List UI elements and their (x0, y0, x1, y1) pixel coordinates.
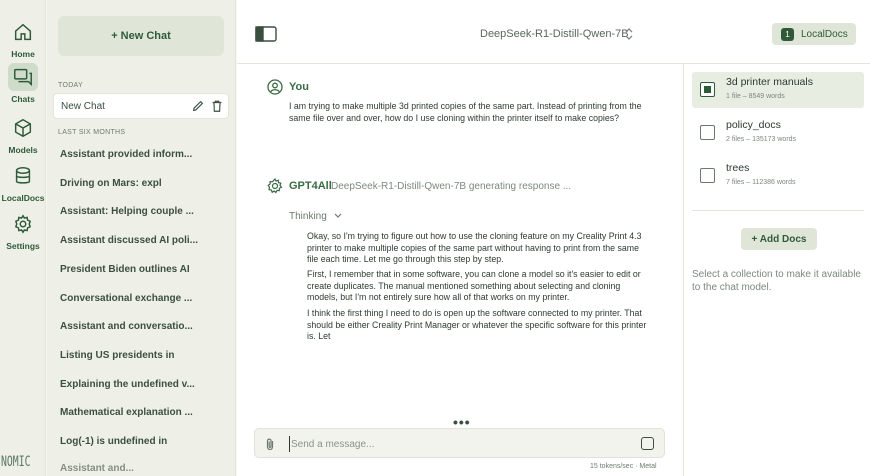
chevron-updown-icon[interactable] (624, 27, 634, 41)
older-section-label: LAST SIX MONTHS (58, 129, 126, 136)
assistant-avatar-icon (267, 178, 283, 194)
tokens-per-sec-status: 15 tokens/sec · Metal (590, 463, 657, 470)
chat-list-item[interactable]: Assistant provided inform... (60, 149, 192, 160)
chat-list-panel: + New Chat TODAY New Chat LAST SIX MONTH… (47, 0, 236, 476)
nav-settings[interactable]: Settings (0, 210, 46, 251)
collection-meta: 7 files – 112386 words (726, 179, 796, 186)
collection-meta: 2 files – 135173 words (726, 136, 797, 143)
localdocs-count-badge: 1 (781, 27, 794, 41)
collection-name: policy_docs (726, 119, 781, 131)
thinking-paragraph: First, I remember that in some software,… (307, 269, 641, 302)
collection-item[interactable]: 3d printer manuals 1 file – 8549 words (692, 72, 864, 108)
collection-name: trees (726, 162, 750, 174)
collection-item[interactable]: trees 7 files – 112386 words (692, 158, 864, 194)
generation-status: DeepSeek-R1-Distill-Qwen-7B generating r… (331, 181, 572, 192)
nav-localdocs-label: LocalDocs (1, 193, 45, 203)
brand-logo: NOMIC (1, 454, 31, 470)
paperclip-icon[interactable] (264, 437, 276, 451)
collections-hint: Select a collection to make it available… (692, 269, 861, 293)
user-author-label: You (289, 81, 309, 93)
collection-checkbox[interactable] (700, 82, 715, 97)
edit-icon[interactable] (191, 99, 205, 113)
chat-list-item[interactable]: Assistant: Helping couple ... (60, 206, 194, 217)
collection-checkbox[interactable] (700, 125, 715, 140)
chat-list-item[interactable]: Log(-1) is undefined in (60, 436, 167, 447)
chat-list-item[interactable]: Mathematical explanation ... (60, 407, 193, 418)
new-chat-button[interactable]: + New Chat (58, 16, 224, 56)
message-input-box (254, 428, 665, 458)
chat-list-item[interactable]: Listing US presidents in (60, 350, 174, 361)
nav-localdocs[interactable]: LocalDocs (0, 162, 46, 203)
database-icon (8, 162, 38, 190)
divider (692, 210, 864, 211)
user-avatar-icon (267, 79, 283, 95)
chat-list-item[interactable]: Explaining the undefined v... (60, 379, 195, 390)
chat-list-item[interactable]: Assistant and... (60, 463, 134, 474)
add-docs-button[interactable]: + Add Docs (741, 228, 817, 250)
chat-list-item[interactable]: Conversational exchange ... (60, 293, 192, 304)
sidebar-toggle-icon[interactable] (255, 26, 277, 42)
today-section-label: TODAY (58, 82, 83, 89)
chat-icon (8, 63, 38, 91)
collections-panel: 3d printer manuals 1 file – 8549 words p… (683, 64, 870, 476)
nav-home[interactable]: Home (0, 18, 46, 59)
chat-list-item[interactable]: Driving on Mars: expl (60, 178, 162, 189)
stop-generation-button[interactable] (641, 437, 654, 450)
active-chat-title: New Chat (61, 101, 105, 112)
chevron-down-icon (334, 213, 342, 219)
gear-icon (8, 210, 38, 238)
collection-item[interactable]: policy_docs 2 files – 135173 words (692, 115, 864, 151)
localdocs-button-label: LocalDocs (801, 28, 848, 40)
active-chat-item[interactable]: New Chat (53, 93, 229, 119)
trash-icon[interactable] (210, 99, 224, 113)
model-selector[interactable]: DeepSeek-R1-Distill-Qwen-7B (480, 28, 629, 40)
localdocs-button[interactable]: 1 LocalDocs (772, 23, 856, 45)
home-icon (8, 18, 38, 46)
nav-rail: Home Chats Models LocalDocs Settings NOM… (0, 0, 46, 476)
nav-models[interactable]: Models (0, 114, 46, 155)
nav-models-label: Models (8, 145, 38, 155)
nav-chats-label: Chats (11, 94, 35, 104)
thinking-paragraph: Okay, so I'm trying to figure out how to… (307, 231, 642, 264)
user-message-text: I am trying to make multiple 3d printed … (289, 101, 642, 123)
chat-main: DeepSeek-R1-Distill-Qwen-7B 1 LocalDocs … (237, 0, 870, 476)
nav-home-label: Home (11, 49, 35, 59)
top-bar: DeepSeek-R1-Distill-Qwen-7B 1 LocalDocs (237, 0, 870, 64)
nav-settings-label: Settings (6, 241, 40, 251)
thinking-paragraph: I think the first thing I need to do is … (307, 308, 647, 341)
chat-list-item[interactable]: Assistant and conversatio... (60, 321, 193, 332)
collection-checkbox[interactable] (700, 168, 715, 183)
collection-meta: 1 file – 8549 words (726, 93, 785, 100)
assistant-author-label: GPT4All (289, 180, 332, 192)
chat-list-item[interactable]: President Biden outlines AI (60, 264, 190, 275)
nav-chats[interactable]: Chats (0, 63, 46, 104)
chat-list-item[interactable]: Assistant discussed AI poli... (60, 235, 198, 246)
collection-name: 3d printer manuals (726, 76, 813, 88)
cube-icon (8, 114, 38, 142)
message-input[interactable] (289, 436, 629, 452)
thinking-toggle[interactable]: Thinking (289, 211, 342, 222)
thinking-label: Thinking (289, 211, 327, 222)
